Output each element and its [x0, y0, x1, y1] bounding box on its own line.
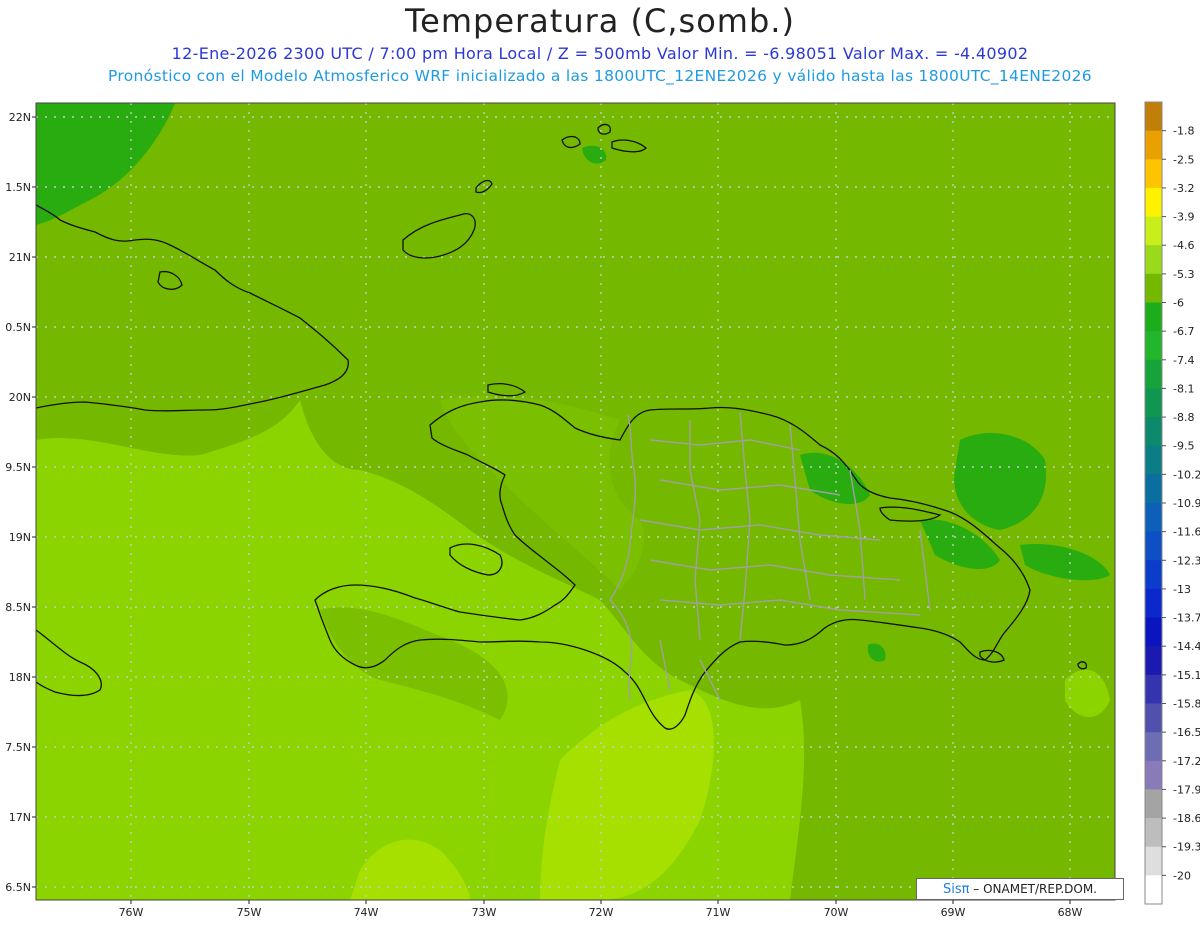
- lon-label: 69W: [941, 906, 966, 919]
- colorbar-label: -13: [1173, 583, 1191, 596]
- colorbar-swatch: [1145, 875, 1162, 905]
- colorbar-label: -14.4: [1173, 640, 1200, 653]
- colorbar-swatch: [1145, 273, 1162, 303]
- colorbar-swatch: [1145, 503, 1162, 533]
- colorbar-label: -12.3: [1173, 554, 1200, 567]
- colorbar-swatch: [1145, 703, 1162, 733]
- lat-label: 22N: [9, 111, 31, 124]
- colorbar-label: -8.1: [1173, 382, 1194, 395]
- colorbar-swatch: [1145, 617, 1162, 647]
- colorbar-label: -8.8: [1173, 411, 1194, 424]
- colorbar-swatch: [1145, 445, 1162, 475]
- lat-label: 0.5N: [5, 321, 31, 334]
- latitude-ticks: [32, 116, 36, 888]
- colorbar-label: -15.8: [1173, 698, 1200, 711]
- colorbar-swatch: [1145, 646, 1162, 676]
- colorbar-swatch: [1145, 818, 1162, 848]
- colorbar-label: -13.7: [1173, 612, 1200, 625]
- colorbar-label: -7.4: [1173, 354, 1194, 367]
- colorbar-label: -10.2: [1173, 468, 1200, 481]
- colorbar-swatch: [1145, 159, 1162, 189]
- lon-label: 73W: [472, 906, 497, 919]
- colorbar-label: -3.2: [1173, 182, 1194, 195]
- colorbar-label: -18.6: [1173, 812, 1200, 825]
- colorbar-label: -16.5: [1173, 726, 1200, 739]
- lon-label: 70W: [824, 906, 849, 919]
- temperature-map: 22N 1.5N 21N 0.5N 20N 9.5N 19N 8.5N 18N …: [5, 101, 1200, 919]
- lon-label: 75W: [237, 906, 262, 919]
- colorbar-swatch: [1145, 588, 1162, 619]
- lat-label: 7.5N: [5, 741, 31, 754]
- colorbar-label: -10.9: [1173, 497, 1200, 510]
- longitude-ticks: [130, 900, 1071, 904]
- colorbar: -1.8 -2.5 -3.2 -3.9 -4.6 -5.3 -6 -6.7 -7.4 -8.1 -8…: [1144, 101, 1200, 905]
- colorbar-swatch: [1145, 388, 1162, 418]
- colorbar-swatch: [1145, 359, 1162, 389]
- colorbar-swatch: [1145, 474, 1162, 504]
- latitude-labels: 22N 1.5N 21N 0.5N 20N 9.5N 19N 8.5N 18N …: [5, 111, 31, 894]
- colorbar-swatch: [1145, 417, 1162, 447]
- colorbar-label: -15.1: [1173, 669, 1200, 682]
- credit-box: Sisπ – ONAMET/REP.DOM.: [916, 878, 1124, 900]
- colorbar-swatch: [1145, 102, 1162, 132]
- colorbar-swatch: [1145, 331, 1162, 361]
- shaded-field: [36, 103, 1115, 900]
- colorbar-label: -6.7: [1173, 325, 1194, 338]
- colorbar-label: -17.9: [1173, 783, 1200, 796]
- colorbar-label: -19.3: [1173, 841, 1200, 854]
- colorbar-label: -20: [1173, 869, 1191, 882]
- lat-label: 9.5N: [5, 461, 31, 474]
- lon-label: 76W: [119, 906, 144, 919]
- lat-label: 1.5N: [5, 181, 31, 194]
- colorbar-swatch: [1145, 674, 1162, 704]
- colorbar-swatch: [1145, 531, 1162, 561]
- colorbar-label: -3.9: [1173, 211, 1194, 224]
- sispi-logo: Sisπ: [943, 882, 970, 897]
- colorbar-label: -17.2: [1173, 755, 1200, 768]
- colorbar-swatch: [1145, 187, 1162, 218]
- lon-label: 68W: [1058, 906, 1083, 919]
- colorbar-swatch: [1145, 732, 1162, 762]
- colorbar-swatch: [1145, 846, 1162, 876]
- lon-label: 71W: [706, 906, 731, 919]
- colorbar-swatch: [1145, 216, 1162, 246]
- lon-label: 72W: [589, 906, 614, 919]
- lat-label: 21N: [9, 251, 31, 264]
- lat-label: 17N: [9, 811, 31, 824]
- lat-label: 19N: [9, 531, 31, 544]
- colorbar-label: -6: [1173, 297, 1184, 310]
- colorbar-label: -2.5: [1173, 153, 1194, 166]
- colorbar-swatch: [1145, 560, 1162, 590]
- colorbar-label: -4.6: [1173, 239, 1194, 252]
- colorbar-label: -9.5: [1173, 440, 1194, 453]
- lat-label: 20N: [9, 391, 31, 404]
- colorbar-swatch: [1145, 760, 1162, 790]
- colorbar-label: -5.3: [1173, 268, 1194, 281]
- lon-label: 74W: [354, 906, 379, 919]
- credit-text: – ONAMET/REP.DOM.: [969, 882, 1097, 896]
- colorbar-label: -1.8: [1173, 125, 1194, 138]
- colorbar-swatch: [1145, 130, 1162, 160]
- colorbar-swatch: [1145, 245, 1162, 275]
- lat-label: 8.5N: [5, 601, 31, 614]
- lat-label: 6.5N: [5, 881, 31, 894]
- colorbar-label: -11.6: [1173, 526, 1200, 539]
- colorbar-swatch: [1145, 302, 1162, 332]
- lat-label: 18N: [9, 671, 31, 684]
- longitude-labels: 76W 75W 74W 73W 72W 71W 70W 69W 68W: [119, 906, 1083, 919]
- colorbar-swatch: [1145, 789, 1162, 819]
